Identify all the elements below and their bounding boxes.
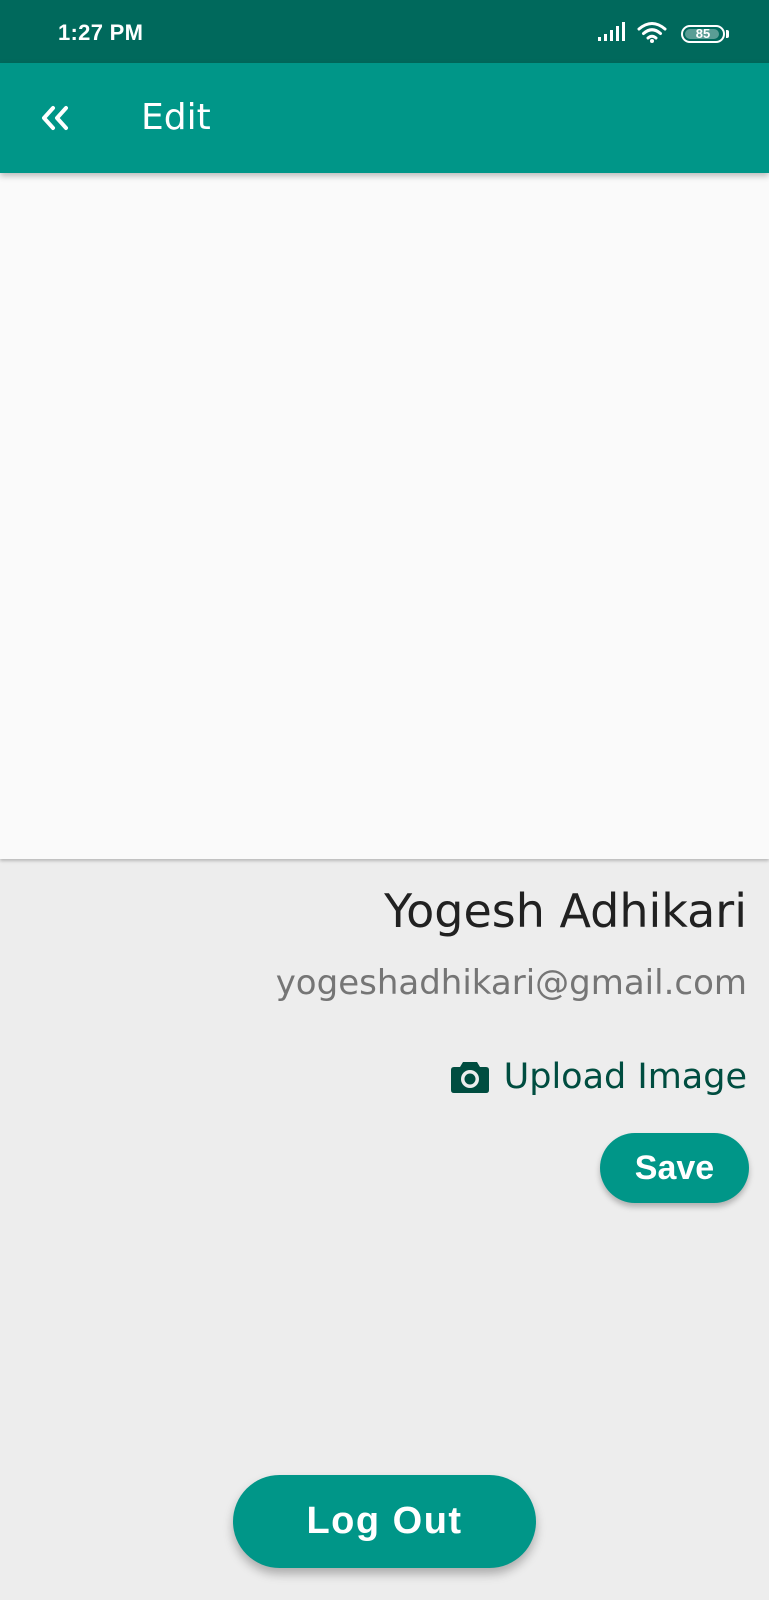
status-icons: 85 (597, 20, 729, 48)
profile-name: Yogesh Adhikari (384, 884, 747, 938)
battery-level: 85 (695, 26, 711, 41)
battery-nub (726, 30, 729, 38)
edit-profile-screen: 1:27 PM 85 Edit Yogesh Adhikari yogeshad… (0, 0, 769, 1600)
page-title: Edit (141, 97, 211, 138)
wifi-icon (637, 21, 667, 47)
app-bar: Edit (0, 63, 769, 173)
signal-icon (597, 22, 625, 46)
profile-email: yogeshadhikari@gmail.com (275, 963, 747, 1003)
profile-image-area[interactable] (0, 173, 769, 859)
status-time: 1:27 PM (58, 20, 144, 45)
logout-button[interactable]: Log Out (233, 1475, 536, 1568)
status-bar: 1:27 PM 85 (0, 0, 769, 63)
camera-icon (450, 1060, 490, 1094)
double-chevron-left-icon (40, 105, 70, 131)
upload-image-button[interactable]: Upload Image (450, 1055, 747, 1099)
battery-icon: 85 (681, 25, 725, 43)
back-button[interactable] (30, 93, 80, 143)
upload-image-label: Upload Image (503, 1057, 747, 1097)
save-button[interactable]: Save (600, 1133, 749, 1203)
